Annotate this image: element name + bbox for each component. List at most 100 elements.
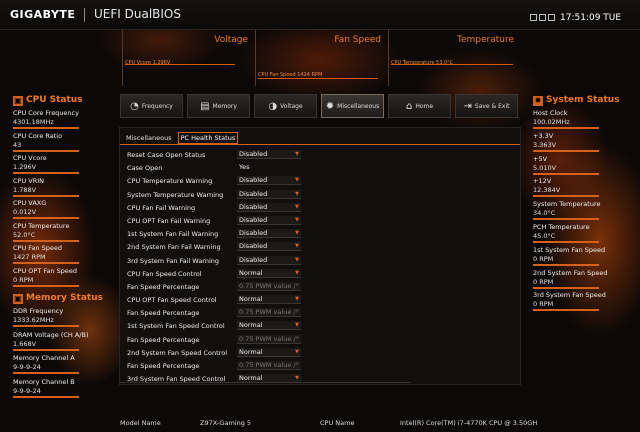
status-underline (533, 127, 599, 129)
status-underline (13, 262, 79, 264)
tab-voltage[interactable]: ◑ Voltage (254, 94, 317, 118)
status-value: 43 (13, 140, 22, 149)
subtab-underline (120, 144, 520, 145)
tab-miscellaneous[interactable]: ✹ Miscellaneous (321, 94, 384, 118)
status-underline (13, 239, 79, 242)
status-item: CPU VRIN 1.788V (13, 177, 93, 197)
status-value: 5.010V (533, 163, 557, 172)
tab-home[interactable]: ⌂ Home (388, 94, 451, 118)
language-icon[interactable] (530, 14, 537, 21)
setting-value[interactable]: Normal ▼ (237, 295, 301, 305)
system-status-icon: ✹ (533, 96, 543, 106)
setting-value[interactable]: Disabled ▼ (237, 242, 301, 252)
setting-value[interactable]: 0.75 PWM value /° (237, 308, 301, 318)
setting-row[interactable]: Fan Speed Percentage 0.75 PWM value /° (127, 281, 427, 294)
status-label: 2nd System Fan Speed (533, 268, 608, 277)
setting-value[interactable]: 0.75 PWM value /° (237, 334, 301, 344)
setting-row[interactable]: System Temperature Warning Disabled ▼ (127, 189, 427, 202)
setting-value[interactable]: Normal ▼ (237, 347, 301, 357)
setting-value[interactable]: Disabled ▼ (237, 215, 301, 225)
status-value: 0 RPM (533, 300, 554, 309)
monitor-graph-line (258, 78, 378, 79)
dropdown-arrow-icon: ▼ (295, 348, 299, 355)
setting-row[interactable]: Fan Speed Percentage 0.75 PWM value /° (127, 307, 427, 320)
status-value: 9-9-9-24 (13, 363, 41, 371)
monitor-graph-line (125, 64, 235, 65)
status-value: 34.0°C (533, 209, 556, 218)
setting-label: CPU Fan Speed Control (127, 269, 202, 278)
setting-label: CPU Fan Fail Warning (127, 203, 196, 212)
tab-label: Save & Exit (474, 102, 510, 110)
status-item: CPU Core Ratio 43 (13, 132, 93, 152)
setting-row[interactable]: Fan Speed Percentage 0.75 PWM value /° (127, 360, 427, 373)
brand-logo: GIGABYTE (10, 8, 76, 21)
setting-row[interactable]: CPU OPT Fan Speed Control Normal ▼ (127, 294, 427, 307)
tab-frequency[interactable]: ◔ Frequency (120, 94, 183, 118)
setting-value[interactable]: Normal ▼ (237, 268, 301, 278)
status-label: Memory Channel B (13, 377, 75, 386)
setting-row[interactable]: CPU OPT Fan Fail Warning Disabled ▼ (127, 215, 427, 228)
setting-row[interactable]: Case Open Yes (127, 162, 427, 175)
status-label: CPU Core Frequency (13, 109, 79, 117)
setting-row[interactable]: 2nd System Fan Fail Warning Disabled ▼ (127, 241, 427, 254)
setting-label: CPU OPT Fan Fail Warning (127, 216, 211, 225)
setting-row[interactable]: CPU Fan Speed Control Normal ▼ (127, 268, 427, 281)
status-item: Memory Channel A 9-9-9-24 (13, 354, 93, 374)
status-item: 1st System Fan Speed 0 RPM (533, 246, 613, 266)
setting-value-text: Normal (239, 347, 263, 356)
subtab-pc-health-status[interactable]: PC Health Status (177, 132, 239, 144)
setting-row[interactable]: CPU Temperature Warning Disabled ▼ (127, 175, 427, 188)
status-value: 4301.18MHz (13, 118, 54, 126)
setting-value[interactable]: Disabled ▼ (237, 189, 301, 199)
setting-value[interactable]: Disabled ▼ (237, 255, 301, 265)
setting-row[interactable]: Fan Speed Percentage 0.75 PWM value /° (127, 334, 427, 347)
setting-label: 2nd System Fan Speed Control (127, 348, 228, 357)
monitor-graph-line (391, 64, 513, 65)
status-value: 52.0°C (13, 230, 36, 239)
dropdown-arrow-icon: ▼ (295, 243, 299, 250)
screenshot-icon[interactable] (539, 14, 546, 21)
setting-row[interactable]: 1st System Fan Fail Warning Disabled ▼ (127, 228, 427, 241)
setting-value[interactable]: Disabled ▼ (237, 229, 301, 239)
status-label: CPU Temperature (13, 221, 70, 230)
setting-row[interactable]: 1st System Fan Speed Control Normal ▼ (127, 320, 427, 333)
status-item: +5V 5.010V (533, 155, 613, 175)
setting-value-text: 0.75 PWM value /° (239, 281, 299, 290)
tab-label: Home (415, 102, 434, 110)
setting-label: Fan Speed Percentage (127, 309, 200, 318)
status-underline (13, 149, 79, 152)
setting-value[interactable]: Disabled ▼ (237, 176, 301, 186)
status-value: 1333.62MHz (13, 316, 54, 324)
clock: 17:51:09 TUE (560, 13, 622, 23)
product-title: UEFI DualBIOS (94, 7, 181, 21)
status-underline (13, 395, 79, 398)
setting-row[interactable]: 3rd System Fan Speed Control Normal ▼ (127, 373, 427, 386)
status-value: 0 RPM (533, 254, 554, 263)
tab-memory[interactable]: ▤ Memory (187, 94, 250, 118)
setting-label: CPU Temperature Warning (127, 177, 213, 186)
tab-label: Memory (212, 102, 237, 110)
system-status-title: ✹ System Status (533, 95, 620, 106)
status-value: 0.012V (13, 208, 37, 216)
setting-value-text: Normal (239, 374, 263, 383)
setting-row[interactable]: 2nd System Fan Speed Control Normal ▼ (127, 347, 427, 360)
setting-value[interactable]: Disabled ▼ (237, 202, 301, 212)
setting-row[interactable]: Reset Case Open Status Disabled ▼ (127, 149, 427, 162)
dropdown-arrow-icon: ▼ (295, 177, 299, 184)
help-icon[interactable] (548, 14, 555, 21)
setting-value[interactable]: 0.75 PWM value /° (237, 281, 301, 291)
status-label: CPU Vcore (13, 154, 47, 162)
setting-value[interactable]: Disabled ▼ (237, 150, 301, 159)
memory-status-title: ▣ Memory Status (13, 293, 103, 304)
setting-value-text: Disabled (239, 242, 268, 251)
subtab-miscellaneous[interactable]: Miscellaneous (124, 132, 174, 144)
setting-value[interactable]: 0.75 PWM value /° (237, 361, 301, 370)
setting-value[interactable]: Normal ▼ (237, 321, 301, 331)
tab-save-exit[interactable]: ⇥ Save & Exit (455, 94, 518, 118)
setting-row[interactable]: CPU Fan Fail Warning Disabled ▼ (127, 202, 427, 215)
setting-row[interactable]: 3rd System Fan Fail Warning Disabled ▼ (127, 255, 427, 268)
setting-value-text: Disabled (239, 229, 268, 238)
status-value: 0 RPM (13, 275, 34, 284)
save-exit-icon: ⇥ (463, 100, 472, 112)
status-underline (13, 172, 79, 174)
